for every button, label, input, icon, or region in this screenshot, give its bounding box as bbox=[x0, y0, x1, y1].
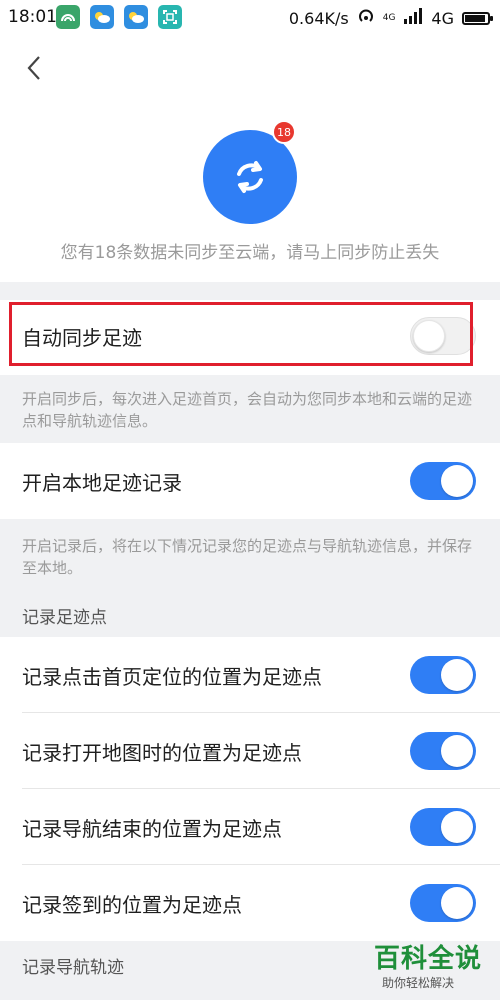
footprint-toggle-open-map[interactable] bbox=[410, 732, 476, 770]
toggle-knob bbox=[441, 659, 473, 691]
list-item-label: 记录导航结束的位置为足迹点 bbox=[22, 816, 282, 841]
weather-app-icon bbox=[124, 5, 148, 29]
list-item-label: 记录点击首页定位的位置为足迹点 bbox=[22, 664, 322, 689]
auto-sync-toggle[interactable] bbox=[410, 317, 476, 355]
battery-level bbox=[465, 14, 485, 22]
footprint-section-title: 记录足迹点 bbox=[22, 608, 107, 628]
status-bar: 18:01 0.64K/s 4G 4G bbox=[0, 0, 500, 34]
signal-icon bbox=[403, 8, 423, 28]
auto-sync-description: 开启同步后，每次进入足迹首页，会自动为您同步本地和云端的足迹点和导航轨迹信息。 bbox=[22, 390, 473, 430]
local-record-label: 开启本地足迹记录 bbox=[22, 470, 182, 495]
sync-arrows-icon bbox=[237, 161, 263, 193]
back-button[interactable] bbox=[20, 54, 48, 82]
toggle-knob bbox=[441, 811, 473, 843]
track-section-title: 记录导航轨迹 bbox=[22, 958, 124, 978]
toggle-knob bbox=[441, 735, 473, 767]
list-item-label: 记录打开地图时的位置为足迹点 bbox=[22, 740, 302, 765]
network-type: 4G bbox=[431, 8, 454, 28]
footprint-toggle-check-in[interactable] bbox=[410, 884, 476, 922]
scan-app-icon bbox=[158, 5, 182, 29]
wifi-app-icon bbox=[56, 5, 80, 29]
toggle-knob bbox=[441, 887, 473, 919]
watermark-logo: 百科全说 助你轻松解决 bbox=[366, 938, 494, 994]
watermark-title: 百科全说 bbox=[374, 944, 483, 974]
battery-icon bbox=[462, 11, 493, 25]
toggle-knob bbox=[413, 320, 445, 352]
sync-button[interactable] bbox=[203, 130, 297, 224]
list-item[interactable]: 记录签到的位置为足迹点 bbox=[0, 865, 500, 941]
status-indicators: 0.64K/s 4G 4G bbox=[288, 7, 493, 29]
footprint-toggle-home-location[interactable] bbox=[410, 656, 476, 694]
hotspot-icon bbox=[357, 7, 375, 29]
list-item[interactable]: 记录打开地图时的位置为足迹点 bbox=[0, 713, 500, 789]
footprint-toggle-navigation-end[interactable] bbox=[410, 808, 476, 846]
unsynced-hint: 您有18条数据未同步至云端，请马上同步防止丢失 bbox=[60, 243, 440, 263]
unsynced-count-badge: 18 bbox=[272, 120, 296, 144]
section-gap bbox=[0, 282, 500, 300]
list-item[interactable]: 记录点击首页定位的位置为足迹点 bbox=[0, 637, 500, 713]
list-item[interactable]: 记录导航结束的位置为足迹点 bbox=[0, 789, 500, 865]
auto-sync-label: 自动同步足迹 bbox=[22, 325, 142, 350]
toggle-knob bbox=[441, 465, 473, 497]
local-record-description: 开启记录后，将在以下情况记录您的足迹点与导航轨迹信息，并保存至本地。 bbox=[22, 537, 473, 577]
local-record-row[interactable]: 开启本地足迹记录 bbox=[0, 443, 500, 519]
status-time: 18:01 bbox=[8, 7, 57, 27]
chevron-left-icon bbox=[27, 56, 40, 80]
network-type-small: 4G bbox=[382, 13, 396, 23]
status-app-icons bbox=[56, 5, 182, 29]
watermark-subtitle: 助你轻松解决 bbox=[382, 976, 455, 990]
auto-sync-description-area: 开启同步后，每次进入足迹首页，会自动为您同步本地和云端的足迹点和导航轨迹信息。 bbox=[0, 375, 500, 443]
list-item-label: 记录签到的位置为足迹点 bbox=[22, 892, 242, 917]
local-record-description-area: 开启记录后，将在以下情况记录您的足迹点与导航轨迹信息，并保存至本地。 记录足迹点 bbox=[0, 519, 500, 637]
weather-app-icon bbox=[90, 5, 114, 29]
network-speed: 0.64K/s bbox=[288, 8, 349, 28]
local-record-toggle[interactable] bbox=[410, 462, 476, 500]
auto-sync-row[interactable]: 自动同步足迹 bbox=[0, 300, 500, 372]
